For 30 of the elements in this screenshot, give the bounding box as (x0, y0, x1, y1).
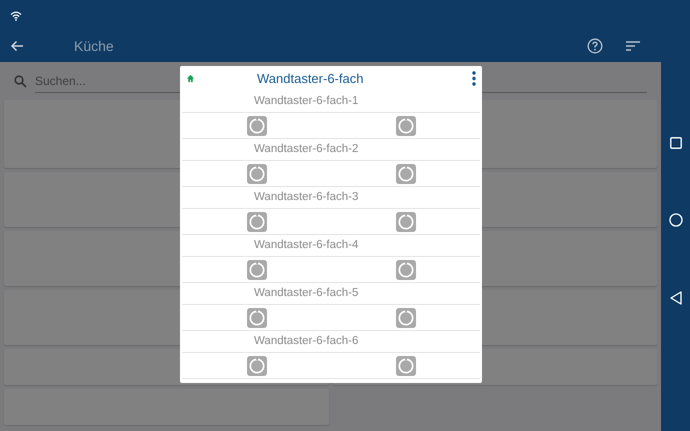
home-icon[interactable] (186, 74, 195, 83)
wifi-icon (10, 10, 22, 21)
switch-button[interactable] (396, 164, 416, 184)
home-circle-icon[interactable] (668, 212, 682, 226)
switch-button[interactable] (246, 308, 266, 328)
search-icon (14, 74, 27, 88)
page-title: Küche (74, 36, 115, 56)
switch-button[interactable] (396, 212, 416, 232)
more-options-icon[interactable] (472, 71, 476, 86)
channel-label: Wandtaster-6-fach-6 (254, 334, 358, 349)
channel-label: Wandtaster-6-fach-1 (254, 94, 358, 109)
sort-icon[interactable] (625, 40, 641, 52)
channel-label: Wandtaster-6-fach-4 (254, 238, 358, 253)
help-icon[interactable] (587, 38, 603, 54)
switch-button[interactable] (246, 164, 266, 184)
switch-button[interactable] (396, 260, 416, 280)
channel-label: Wandtaster-6-fach-5 (254, 286, 358, 301)
channel-label: Wandtaster-6-fach-2 (254, 142, 358, 157)
switch-button[interactable] (246, 212, 266, 232)
switch-button[interactable] (246, 356, 266, 376)
switch-button[interactable] (396, 308, 416, 328)
back-arrow-icon[interactable] (10, 40, 24, 52)
switch-button[interactable] (246, 260, 266, 280)
channel-label: Wandtaster-6-fach-3 (254, 190, 358, 205)
back-triangle-icon[interactable] (670, 290, 682, 304)
recent-apps-icon[interactable] (670, 136, 682, 148)
switch-button[interactable] (396, 356, 416, 376)
dialog-title: Wandtaster-6-fach (257, 70, 364, 88)
switch-button[interactable] (396, 116, 416, 136)
switch-button[interactable] (246, 116, 266, 136)
